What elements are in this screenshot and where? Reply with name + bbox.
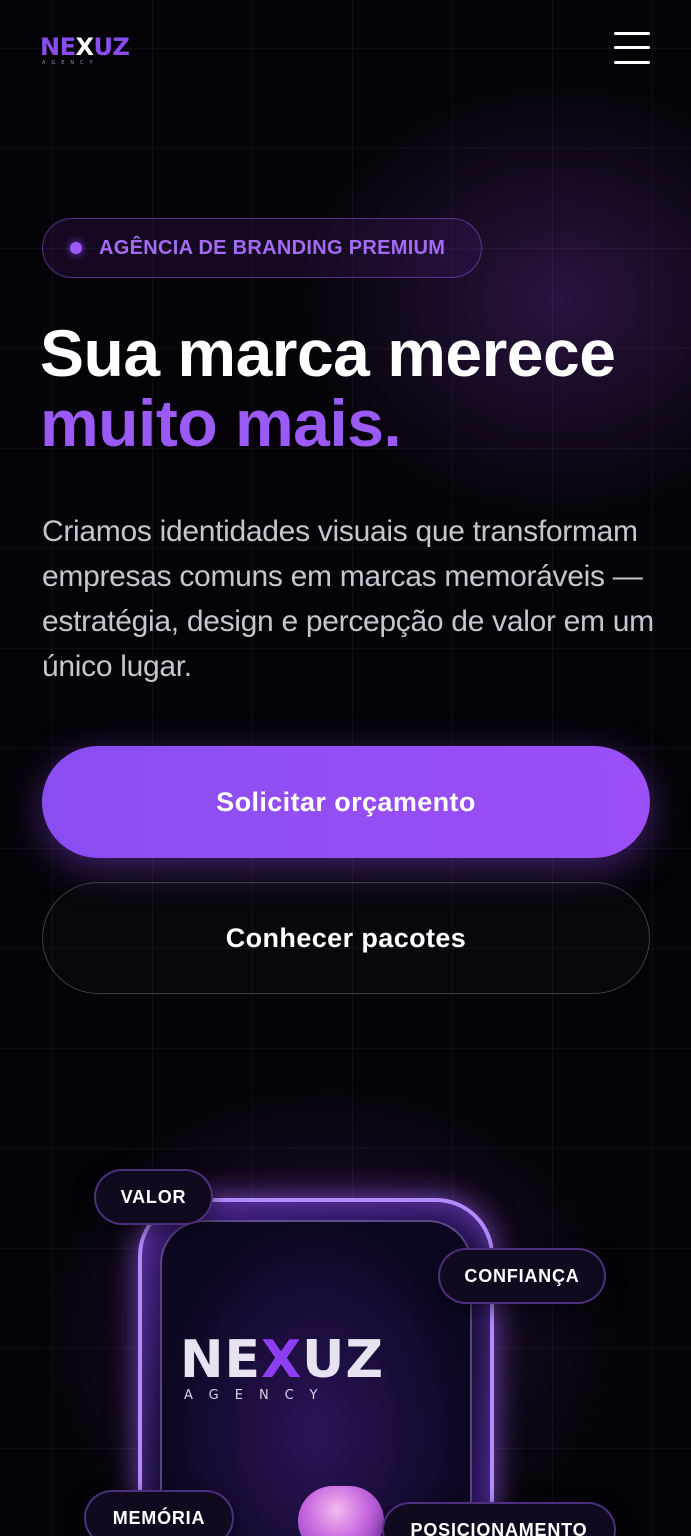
logo-subtitle: AGENCY — [42, 60, 99, 66]
hamburger-menu-icon[interactable] — [608, 28, 656, 68]
view-packages-button[interactable]: Conhecer pacotes — [42, 882, 650, 994]
decorative-knob — [298, 1486, 384, 1536]
hero-badge: AGÊNCIA DE BRANDING PREMIUM — [42, 218, 482, 278]
hero-badge-label: AGÊNCIA DE BRANDING PREMIUM — [99, 236, 446, 259]
chip-confianca: CONFIANÇA — [438, 1248, 606, 1304]
chip-valor: VALOR — [94, 1169, 213, 1225]
chip-memoria: MEMÓRIA — [84, 1490, 234, 1536]
logo-wordmark: NEXUZ — [40, 33, 130, 61]
chip-posicionamento: POSICIONAMENTO — [382, 1502, 616, 1536]
showcase-logo-subtitle: AGENCY — [184, 1388, 334, 1403]
brand-logo[interactable]: NEXUZ AGENCY — [40, 32, 156, 68]
showcase-logo: NEXUZ AGENCY — [180, 1330, 470, 1420]
hero-title-line2: muito mais. — [40, 386, 402, 460]
hero-title-line1: Sua marca merece — [40, 316, 616, 390]
hero-description: Criamos identidades visuais que transfor… — [42, 515, 654, 683]
page: NEXUZ AGENCY AGÊNCIA DE BRANDING PREMIUM… — [0, 0, 691, 1536]
showcase-logo-wordmark: NEXUZ — [180, 1330, 385, 1390]
hero-title: Sua marca merece muito mais. — [40, 316, 616, 460]
request-quote-button[interactable]: Solicitar orçamento — [42, 746, 650, 858]
status-dot-icon — [70, 242, 82, 254]
